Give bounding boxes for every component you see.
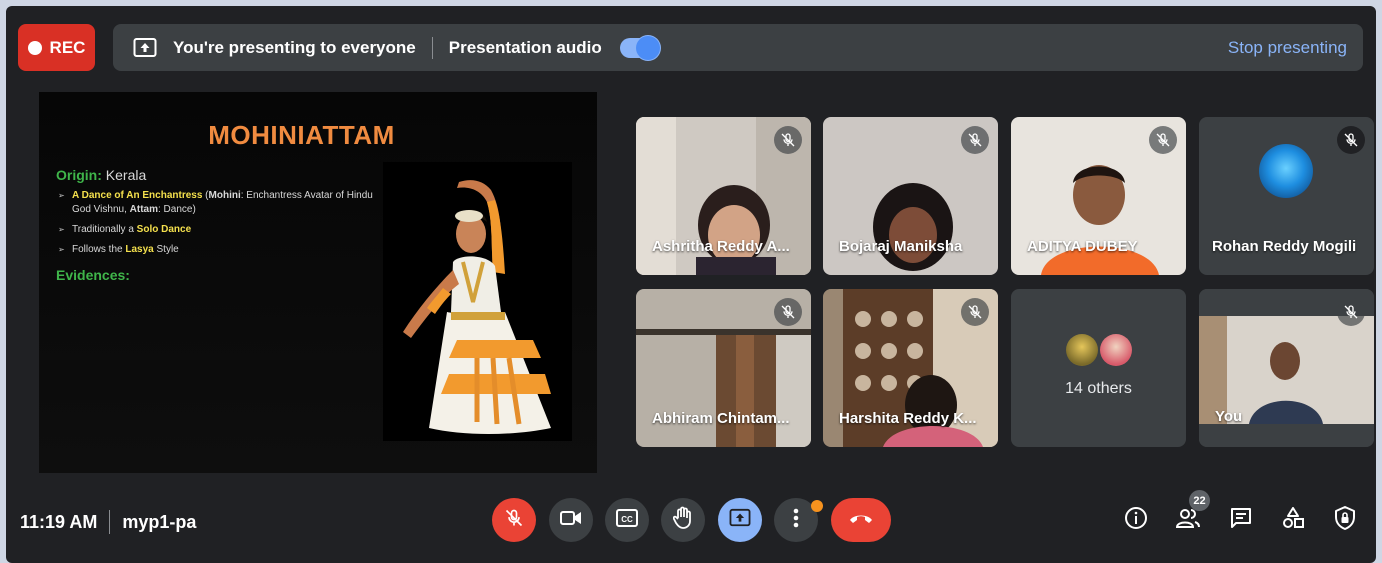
participant-tile[interactable]: Ashritha Reddy A... (636, 117, 811, 275)
mic-off-icon (504, 508, 524, 533)
more-options-icon (793, 508, 799, 533)
activities-button[interactable] (1279, 506, 1307, 534)
bullet-bold: Attam (129, 204, 158, 215)
meeting-code: myp1-pa (122, 511, 197, 532)
slide-canvas: MOHINIATTAM Origin: Kerala A Dance of An… (39, 92, 597, 473)
others-tile[interactable]: 14 others (1011, 289, 1186, 447)
slide-bullet: Follows the Lasya Style (56, 243, 386, 257)
meeting-info: 11:19 AM myp1-pa (20, 510, 196, 534)
others-count-label: 14 others (1065, 380, 1132, 397)
participant-tile[interactable]: Rohan Reddy Mogili (1199, 117, 1374, 275)
mic-off-icon (774, 298, 802, 326)
raise-hand-button[interactable] (661, 498, 705, 542)
record-dot-icon (27, 40, 42, 55)
mic-off-icon (1149, 126, 1177, 154)
participant-name: ADITYA DUBEY (1027, 238, 1138, 255)
camera-toggle-button[interactable] (549, 498, 593, 542)
leave-call-button[interactable] (831, 498, 891, 542)
chat-icon (1230, 507, 1252, 534)
host-controls-button[interactable] (1331, 505, 1359, 535)
bullet-highlight: Lasya (125, 244, 154, 255)
divider (431, 36, 433, 59)
others-group: 14 others (1011, 289, 1186, 447)
notification-dot (811, 500, 823, 512)
slide-origin: Origin: Kerala (56, 167, 386, 183)
participant-name: Ashritha Reddy A... (652, 238, 790, 255)
people-count-badge: 22 (1189, 490, 1210, 511)
origin-value: Kerala (105, 167, 147, 183)
participant-name: Bojaraj Maniksha (839, 238, 963, 255)
others-avatars (1065, 334, 1132, 366)
participant-avatar (1259, 144, 1313, 198)
mic-toggle-button[interactable] (492, 498, 536, 542)
participant-tile[interactable]: ADITYA DUBEY (1011, 117, 1186, 275)
self-view-tile[interactable]: You (1199, 289, 1374, 447)
present-now-button[interactable] (718, 498, 762, 542)
divider (109, 510, 111, 534)
presenting-banner: You're presenting to everyone Presentati… (113, 24, 1363, 71)
chat-button[interactable] (1227, 506, 1255, 534)
info-icon (1124, 506, 1148, 535)
clock-time: 11:19 AM (20, 511, 98, 532)
mic-off-icon (774, 126, 802, 154)
bullet-bold: Mohini (208, 190, 241, 201)
origin-label: Origin: (56, 167, 102, 183)
faded-text-block (56, 291, 386, 343)
present-screen-icon (131, 34, 159, 62)
bullet-highlight: Solo Dance (136, 224, 192, 235)
slide-bullet: Traditionally a Solo Dance (56, 223, 386, 237)
activities-icon (1282, 506, 1304, 534)
avatar (1099, 334, 1132, 366)
raise-hand-icon (672, 506, 693, 535)
captions-icon: CC (616, 508, 638, 532)
participant-name: Abhiram Chintam... (652, 410, 790, 427)
svg-text:CC: CC (621, 515, 633, 524)
mic-off-icon (1337, 298, 1365, 326)
bullet-text: Style (153, 244, 179, 255)
mic-off-icon (961, 126, 989, 154)
bullet-text: Follows the (72, 244, 126, 255)
presentation-audio-toggle[interactable] (619, 35, 660, 60)
slide-title: MOHINIATTAM (208, 120, 395, 150)
meet-window: REC You're presenting to everyone Presen… (6, 6, 1376, 563)
rec-label: REC (49, 37, 86, 57)
presentation-slide: MOHINIATTAM Origin: Kerala A Dance of An… (39, 92, 597, 473)
camera-icon (560, 510, 582, 531)
participant-tile[interactable]: Bojaraj Maniksha (823, 117, 998, 275)
participant-name: Harshita Reddy K... (839, 410, 977, 427)
bullet-text: Traditionally a (72, 224, 137, 235)
bullet-highlight: A Dance of An Enchantress (72, 190, 203, 201)
toggle-knob (635, 35, 660, 60)
participant-tile[interactable]: Abhiram Chintam... (636, 289, 811, 447)
participant-name: You (1215, 408, 1243, 425)
recording-indicator[interactable]: REC (18, 24, 95, 71)
participant-name: Rohan Reddy Mogili (1212, 238, 1357, 255)
meeting-details-button[interactable] (1122, 506, 1150, 534)
avatar (1065, 334, 1098, 366)
host-controls-icon (1334, 505, 1356, 535)
presentation-audio-label: Presentation audio (448, 37, 602, 57)
presenting-status: You're presenting to everyone (173, 37, 416, 57)
evidences-heading: Evidences: (56, 267, 130, 283)
mic-off-icon (961, 298, 989, 326)
participant-tile[interactable]: Harshita Reddy K... (823, 289, 998, 447)
bullet-text: : Dance) (157, 204, 196, 215)
captions-button[interactable]: CC (605, 498, 649, 542)
mic-off-icon (1337, 126, 1365, 154)
slide-bullet: A Dance of An Enchantress (Mohini: Encha… (56, 189, 386, 217)
dancer-image (383, 162, 572, 441)
stop-presenting-button[interactable]: Stop presenting (1228, 38, 1347, 58)
end-call-icon (848, 511, 874, 529)
slide-body: Origin: Kerala A Dance of An Enchantress… (56, 167, 386, 343)
present-icon (729, 508, 751, 533)
